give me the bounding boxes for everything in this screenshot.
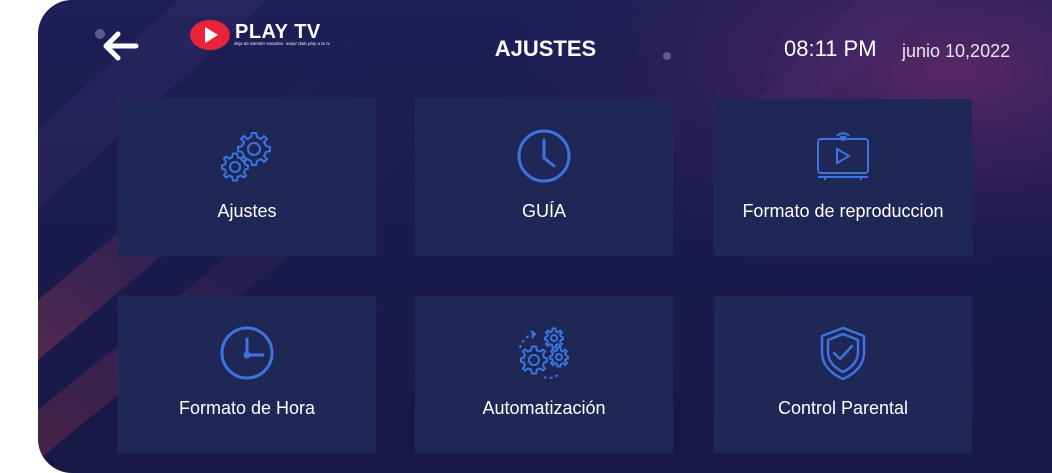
tile-control-parental[interactable]: Control Parental [714, 296, 972, 453]
play-tv-logo: PLAY TV deja de atender estudios. mejor … [190, 19, 340, 53]
page-title: AJUSTES [494, 36, 597, 61]
tile-label: Control Parental [777, 398, 909, 418]
current-date: junio 10,2022 [902, 41, 1011, 61]
clock-icon [517, 129, 571, 183]
shield-check-icon [820, 326, 866, 381]
tile-guia[interactable]: GUÍA [415, 99, 673, 256]
automation-gears-icon [519, 327, 569, 380]
settings-screen: PLAY TV deja de atender estudios. mejor … [38, 0, 1052, 473]
tile-label: GUÍA [521, 201, 566, 221]
tv-play-icon [817, 132, 869, 180]
tile-formato-hora[interactable]: Formato de Hora [118, 296, 376, 453]
tile-label: Ajustes [217, 201, 277, 221]
logo-tagline: deja de atender estudios. mejor dale pla… [234, 41, 330, 46]
play-logo-icon [190, 20, 230, 50]
tile-automatizacion[interactable]: Automatización [415, 296, 673, 453]
tile-ajustes[interactable]: Ajustes [118, 99, 376, 256]
tile-formato-reproduccion[interactable]: Formato de reproduccion [714, 99, 972, 256]
clock-icon [220, 326, 274, 380]
arrow-left-icon[interactable] [102, 30, 140, 62]
tile-label: Formato de reproduccion [742, 201, 944, 221]
tile-label: Automatización [482, 398, 606, 418]
tile-label: Formato de Hora [178, 398, 316, 418]
gears-icon [221, 132, 271, 182]
current-time: 08:11 PM [784, 36, 877, 61]
